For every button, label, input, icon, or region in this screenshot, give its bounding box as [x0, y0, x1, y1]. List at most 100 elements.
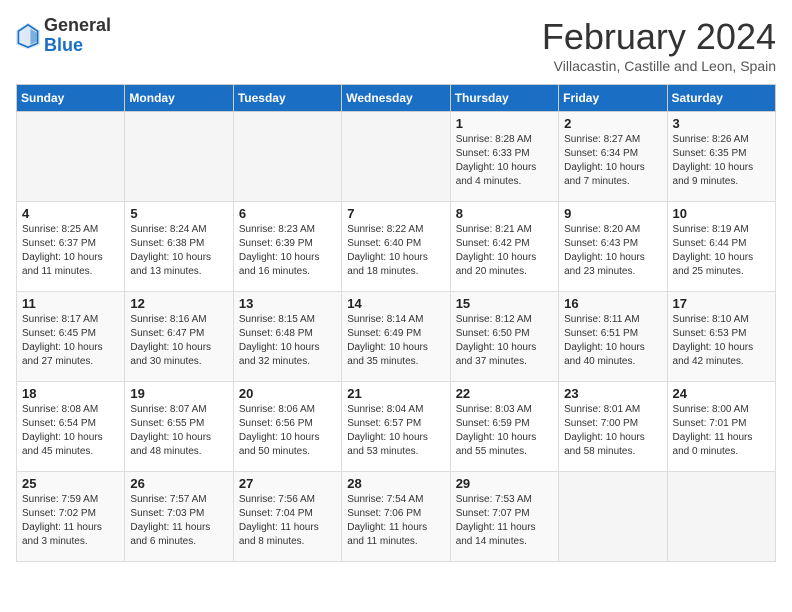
- calendar-day: [559, 472, 667, 562]
- calendar-day: 11Sunrise: 8:17 AMSunset: 6:45 PMDayligh…: [17, 292, 125, 382]
- day-info: Sunrise: 7:59 AMSunset: 7:02 PMDaylight:…: [22, 493, 119, 549]
- day-header-wednesday: Wednesday: [342, 85, 450, 112]
- calendar-day: 12 Sunrise: 8:16 AMSunset: 6:47 PMDayligh…: [125, 292, 233, 382]
- calendar-day: 15 Sunrise: 8:12 AMSunset: 6:50 PMDayligh…: [450, 292, 558, 382]
- calendar-week-2: 11Sunrise: 8:17 AMSunset: 6:45 PMDayligh…: [17, 292, 776, 382]
- day-info: Sunrise: 8:07 AMSunset: 6:55 PMDaylight:…: [130, 403, 227, 459]
- calendar-week-0: 1 Sunrise: 8:28 AMSunset: 6:33 PMDaylight…: [17, 112, 776, 202]
- day-number: 20: [239, 386, 336, 401]
- day-number: 17: [673, 296, 770, 311]
- calendar-day: 2Sunrise: 8:27 AMSunset: 6:34 PMDaylight…: [559, 112, 667, 202]
- day-info: Sunrise: 8:28 AMSunset: 6:33 PMDaylight:…: [456, 133, 553, 189]
- calendar-day: 20 Sunrise: 8:06 AMSunset: 6:56 PMDayligh…: [233, 382, 341, 472]
- day-info: Sunrise: 8:00 AMSunset: 7:01 PMDaylight:…: [673, 403, 770, 459]
- calendar-header-row: SundayMondayTuesdayWednesdayThursdayFrid…: [17, 85, 776, 112]
- calendar-day: 17 Sunrise: 8:10 AMSunset: 6:53 PMDayligh…: [667, 292, 775, 382]
- day-info: Sunrise: 8:22 AMSunset: 6:40 PMDaylight:…: [347, 223, 444, 279]
- calendar-day: 7Sunrise: 8:22 AMSunset: 6:40 PMDaylight…: [342, 202, 450, 292]
- calendar-day: 24 Sunrise: 8:00 AMSunset: 7:01 PMDayligh…: [667, 382, 775, 472]
- calendar-day: 26Sunrise: 7:57 AMSunset: 7:03 PMDayligh…: [125, 472, 233, 562]
- day-number: 15: [456, 296, 553, 311]
- day-number: 19: [130, 386, 227, 401]
- day-number: 21: [347, 386, 444, 401]
- calendar-day: 28 Sunrise: 7:54 AMSunset: 7:06 PMDayligh…: [342, 472, 450, 562]
- day-header-friday: Friday: [559, 85, 667, 112]
- calendar-week-3: 18 Sunrise: 8:08 AMSunset: 6:54 PMDayligh…: [17, 382, 776, 472]
- day-info: Sunrise: 8:25 AMSunset: 6:37 PMDaylight:…: [22, 223, 119, 279]
- day-header-sunday: Sunday: [17, 85, 125, 112]
- calendar-day: 29Sunrise: 7:53 AMSunset: 7:07 PMDayligh…: [450, 472, 558, 562]
- day-header-monday: Monday: [125, 85, 233, 112]
- calendar-day: [667, 472, 775, 562]
- day-number: 6: [239, 206, 336, 221]
- day-number: 2: [564, 116, 661, 131]
- day-number: 28: [347, 476, 444, 491]
- calendar-day: 16Sunrise: 8:11 AMSunset: 6:51 PMDayligh…: [559, 292, 667, 382]
- page-header: General Blue February 2024 Villacastin, …: [16, 16, 776, 74]
- calendar-table: SundayMondayTuesdayWednesdayThursdayFrid…: [16, 84, 776, 562]
- logo-text: General Blue: [44, 16, 111, 56]
- day-number: 16: [564, 296, 661, 311]
- calendar-day: 8Sunrise: 8:21 AMSunset: 6:42 PMDaylight…: [450, 202, 558, 292]
- calendar-day: 18 Sunrise: 8:08 AMSunset: 6:54 PMDayligh…: [17, 382, 125, 472]
- day-number: 11: [22, 296, 119, 311]
- calendar-day: 5 Sunrise: 8:24 AMSunset: 6:38 PMDaylight…: [125, 202, 233, 292]
- calendar-day: 21 Sunrise: 8:04 AMSunset: 6:57 PMDayligh…: [342, 382, 450, 472]
- day-number: 27: [239, 476, 336, 491]
- day-info: Sunrise: 8:08 AMSunset: 6:54 PMDaylight:…: [22, 403, 119, 459]
- day-info: Sunrise: 7:56 AMSunset: 7:04 PMDaylight:…: [239, 493, 336, 549]
- title-block: February 2024 Villacastin, Castille and …: [542, 16, 776, 74]
- day-number: 14: [347, 296, 444, 311]
- day-info: Sunrise: 8:26 AMSunset: 6:35 PMDaylight:…: [673, 133, 770, 189]
- calendar-week-4: 25Sunrise: 7:59 AMSunset: 7:02 PMDayligh…: [17, 472, 776, 562]
- day-number: 23: [564, 386, 661, 401]
- day-header-tuesday: Tuesday: [233, 85, 341, 112]
- calendar-day: [17, 112, 125, 202]
- day-number: 18: [22, 386, 119, 401]
- day-number: 13: [239, 296, 336, 311]
- day-number: 8: [456, 206, 553, 221]
- day-info: Sunrise: 8:04 AMSunset: 6:57 PMDaylight:…: [347, 403, 444, 459]
- logo-icon: [16, 22, 40, 50]
- day-info: Sunrise: 8:01 AMSunset: 7:00 PMDaylight:…: [564, 403, 661, 459]
- month-title: February 2024: [542, 16, 776, 58]
- day-number: 29: [456, 476, 553, 491]
- calendar-day: 3 Sunrise: 8:26 AMSunset: 6:35 PMDaylight…: [667, 112, 775, 202]
- day-header-saturday: Saturday: [667, 85, 775, 112]
- day-number: 24: [673, 386, 770, 401]
- day-info: Sunrise: 8:10 AMSunset: 6:53 PMDaylight:…: [673, 313, 770, 369]
- day-number: 10: [673, 206, 770, 221]
- calendar-day: 4 Sunrise: 8:25 AMSunset: 6:37 PMDaylight…: [17, 202, 125, 292]
- calendar-day: 9Sunrise: 8:20 AMSunset: 6:43 PMDaylight…: [559, 202, 667, 292]
- calendar-day: 1 Sunrise: 8:28 AMSunset: 6:33 PMDaylight…: [450, 112, 558, 202]
- day-number: 1: [456, 116, 553, 131]
- calendar-day: 6 Sunrise: 8:23 AMSunset: 6:39 PMDaylight…: [233, 202, 341, 292]
- day-info: Sunrise: 7:57 AMSunset: 7:03 PMDaylight:…: [130, 493, 227, 549]
- day-info: Sunrise: 8:12 AMSunset: 6:50 PMDaylight:…: [456, 313, 553, 369]
- day-info: Sunrise: 8:23 AMSunset: 6:39 PMDaylight:…: [239, 223, 336, 279]
- day-number: 4: [22, 206, 119, 221]
- location-subtitle: Villacastin, Castille and Leon, Spain: [542, 58, 776, 74]
- calendar-day: 19 Sunrise: 8:07 AMSunset: 6:55 PMDayligh…: [125, 382, 233, 472]
- day-header-thursday: Thursday: [450, 85, 558, 112]
- calendar-day: 10 Sunrise: 8:19 AMSunset: 6:44 PMDayligh…: [667, 202, 775, 292]
- calendar-week-1: 4 Sunrise: 8:25 AMSunset: 6:37 PMDaylight…: [17, 202, 776, 292]
- day-number: 12: [130, 296, 227, 311]
- day-info: Sunrise: 8:15 AMSunset: 6:48 PMDaylight:…: [239, 313, 336, 369]
- day-number: 22: [456, 386, 553, 401]
- day-info: Sunrise: 8:06 AMSunset: 6:56 PMDaylight:…: [239, 403, 336, 459]
- calendar-day: 23 Sunrise: 8:01 AMSunset: 7:00 PMDayligh…: [559, 382, 667, 472]
- day-info: Sunrise: 7:54 AMSunset: 7:06 PMDaylight:…: [347, 493, 444, 549]
- day-info: Sunrise: 8:16 AMSunset: 6:47 PMDaylight:…: [130, 313, 227, 369]
- calendar-day: 13 Sunrise: 8:15 AMSunset: 6:48 PMDayligh…: [233, 292, 341, 382]
- calendar-day: 25Sunrise: 7:59 AMSunset: 7:02 PMDayligh…: [17, 472, 125, 562]
- day-number: 3: [673, 116, 770, 131]
- calendar-day: [233, 112, 341, 202]
- day-info: Sunrise: 8:14 AMSunset: 6:49 PMDaylight:…: [347, 313, 444, 369]
- day-number: 9: [564, 206, 661, 221]
- day-info: Sunrise: 8:24 AMSunset: 6:38 PMDaylight:…: [130, 223, 227, 279]
- day-info: Sunrise: 8:19 AMSunset: 6:44 PMDaylight:…: [673, 223, 770, 279]
- calendar-day: [342, 112, 450, 202]
- day-number: 5: [130, 206, 227, 221]
- calendar-day: 22Sunrise: 8:03 AMSunset: 6:59 PMDayligh…: [450, 382, 558, 472]
